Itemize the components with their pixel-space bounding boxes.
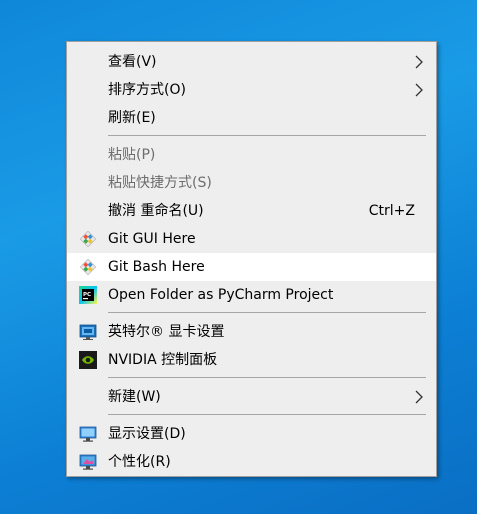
git-gui-icon <box>79 230 97 248</box>
menu-item-label: Open Folder as PyCharm Project <box>108 287 334 303</box>
chevron-right-icon <box>415 55 423 69</box>
menu-item-intel-graphics[interactable]: 英特尔® 显卡设置 <box>67 318 436 346</box>
menu-separator <box>108 377 426 378</box>
menu-item-undo-rename[interactable]: 撤消 重命名(U) Ctrl+Z <box>67 197 436 225</box>
svg-text:PC: PC <box>83 292 91 298</box>
git-bash-icon <box>79 258 97 276</box>
menu-item-paste-shortcut[interactable]: 粘贴快捷方式(S) <box>67 169 436 197</box>
menu-item-sort-by[interactable]: 排序方式(O) <box>67 76 436 104</box>
menu-item-git-gui[interactable]: Git GUI Here <box>67 225 436 253</box>
menu-item-label: 查看(V) <box>108 54 157 70</box>
menu-item-label: 新建(W) <box>108 389 161 405</box>
menu-item-personalize[interactable]: 个性化(R) <box>67 448 436 476</box>
menu-separator <box>108 414 426 415</box>
menu-item-nvidia-control-panel[interactable]: NVIDIA 控制面板 <box>67 346 436 374</box>
menu-item-label: 粘贴快捷方式(S) <box>108 175 212 191</box>
menu-item-shortcut: Ctrl+Z <box>368 203 415 219</box>
menu-item-label: 显示设置(D) <box>108 426 186 442</box>
menu-item-label: 个性化(R) <box>108 454 171 470</box>
menu-item-label: 英特尔® 显卡设置 <box>108 324 225 340</box>
menu-item-refresh[interactable]: 刷新(E) <box>67 104 436 132</box>
chevron-right-icon <box>415 390 423 404</box>
menu-item-label: 粘贴(P) <box>108 147 156 163</box>
context-menu: 查看(V) 排序方式(O) 刷新(E) 粘贴(P) 粘贴快捷方式(S) 撤消 重… <box>66 41 437 477</box>
personalize-icon <box>79 454 97 470</box>
menu-separator <box>108 312 426 313</box>
nvidia-icon <box>79 351 97 369</box>
menu-item-label: 排序方式(O) <box>108 82 186 98</box>
menu-item-label: NVIDIA 控制面板 <box>108 352 218 368</box>
menu-item-label: Git GUI Here <box>108 231 196 247</box>
menu-separator <box>108 135 426 136</box>
menu-item-label: 刷新(E) <box>108 110 156 126</box>
menu-item-new[interactable]: 新建(W) <box>67 383 436 411</box>
display-settings-icon <box>79 426 97 442</box>
menu-item-paste[interactable]: 粘贴(P) <box>67 141 436 169</box>
menu-item-label: Git Bash Here <box>108 259 205 275</box>
menu-item-display-settings[interactable]: 显示设置(D) <box>67 420 436 448</box>
pycharm-icon: PC <box>79 286 97 304</box>
menu-item-open-pycharm[interactable]: PC Open Folder as PyCharm Project <box>67 281 436 309</box>
chevron-right-icon <box>415 83 423 97</box>
menu-item-view[interactable]: 查看(V) <box>67 48 436 76</box>
menu-item-label: 撤消 重命名(U) <box>108 203 204 219</box>
intel-graphics-icon <box>79 324 97 340</box>
menu-item-git-bash[interactable]: Git Bash Here <box>67 253 436 281</box>
